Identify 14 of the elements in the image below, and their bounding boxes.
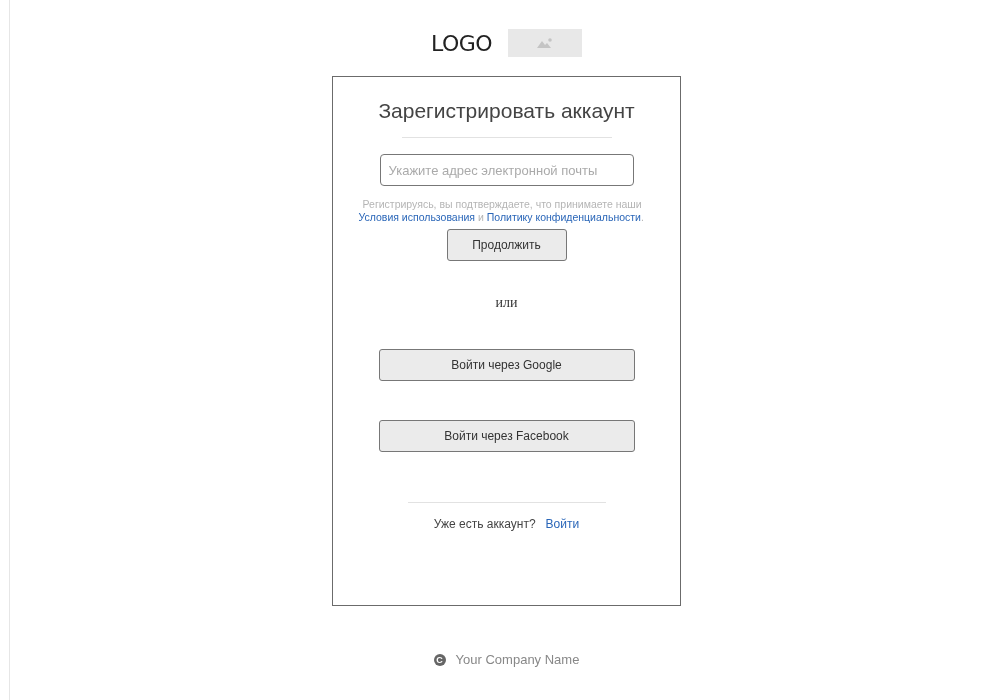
social-login-button[interactable]: Войти через Google (378, 349, 635, 382)
email-field[interactable]: Укажите адрес электронной почты (379, 154, 634, 186)
or-separator: или (495, 295, 518, 312)
company-name: Your Company Name (455, 652, 580, 667)
copyright-icon: C (433, 653, 446, 666)
terms-link[interactable]: Условия использования (358, 211, 476, 224)
social-login-button[interactable]: Войти через Facebook (378, 420, 635, 453)
card-title: Зарегистрировать аккаунт (378, 99, 635, 123)
consent-text: Регистрируясь, вы подтверждаете, что принимаете наши Условия использования и Политику конфиденциальности. (358, 198, 645, 225)
privacy-link[interactable]: Политику конфиденциальности (486, 211, 641, 224)
continue-button[interactable]: Продолжить (446, 229, 567, 262)
login-link[interactable]: Войти (545, 517, 580, 532)
account-question: Уже есть аккаунт? (433, 517, 536, 532)
logo-text: LOGO (430, 30, 493, 56)
